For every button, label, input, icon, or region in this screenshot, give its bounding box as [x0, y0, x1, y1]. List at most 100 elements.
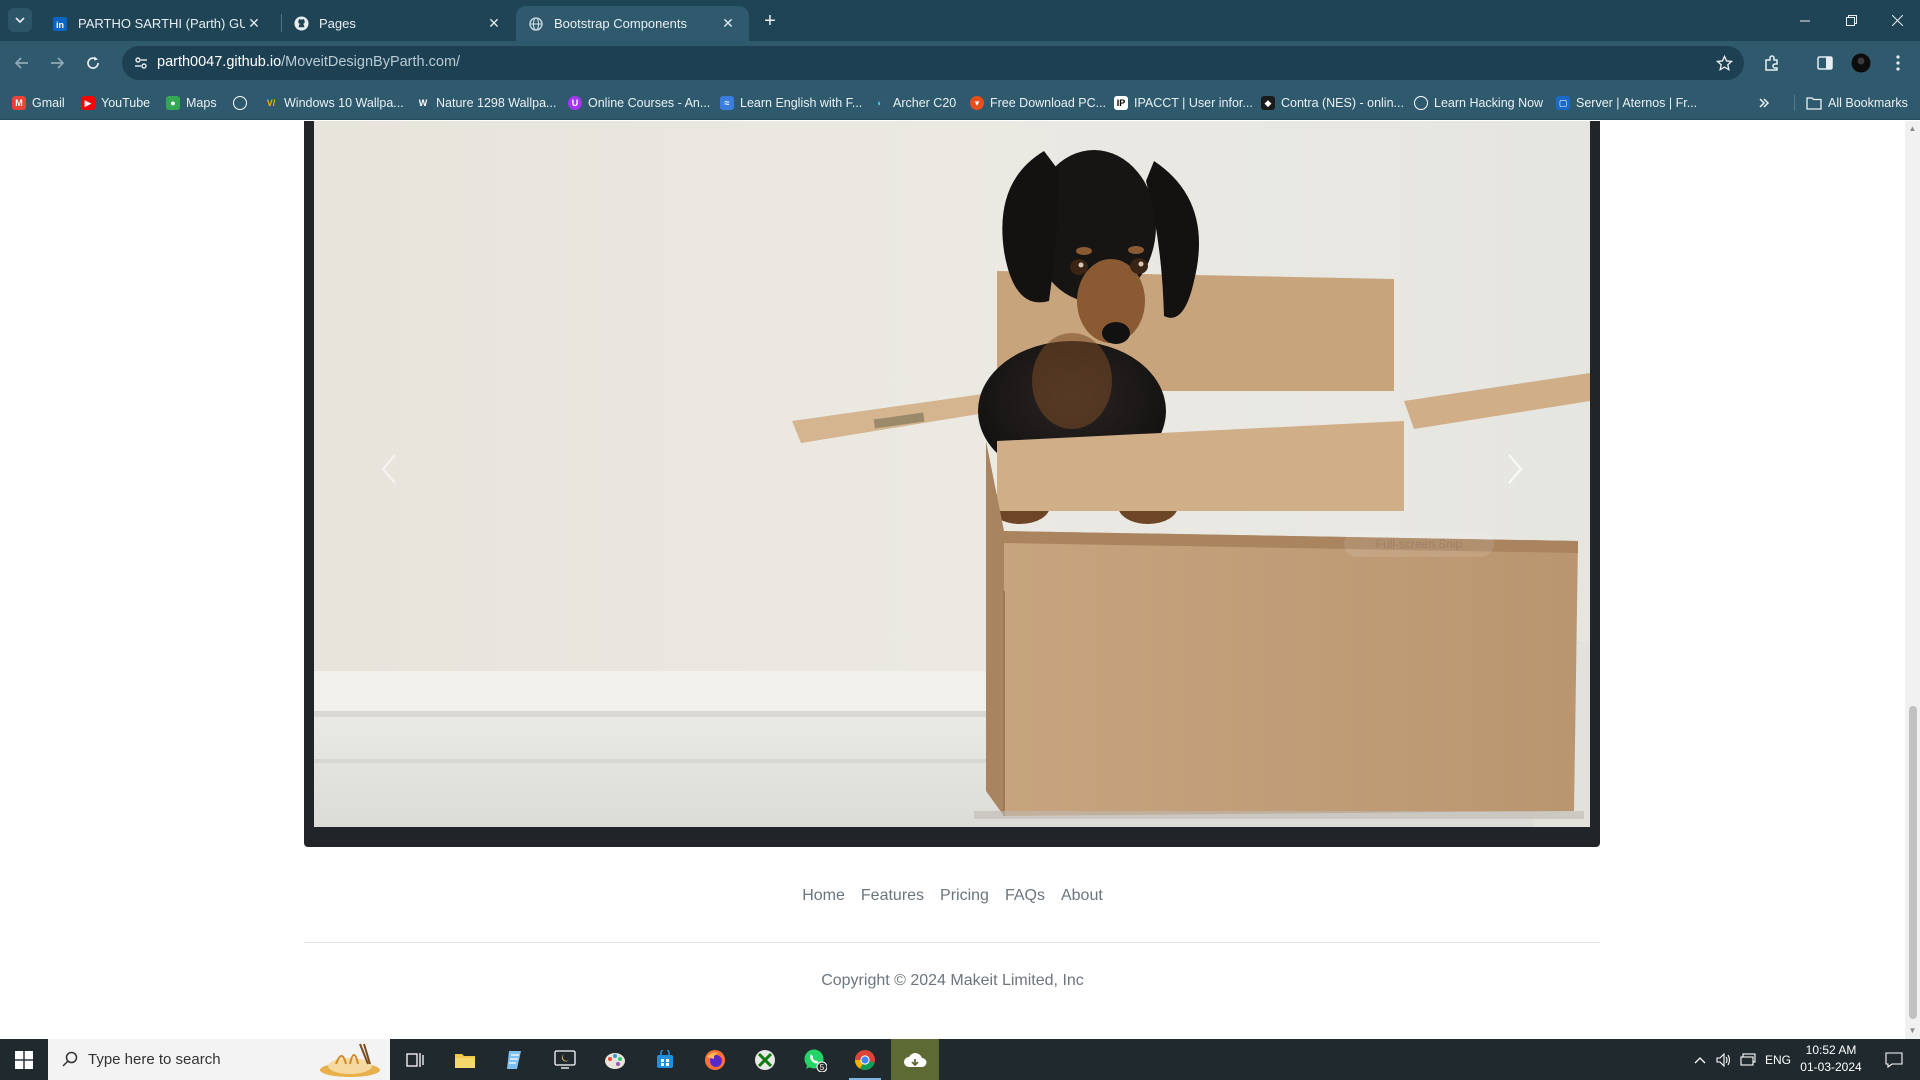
bookmark-label: Contra (NES) - onlin... — [1281, 96, 1404, 110]
site-settings-icon[interactable] — [132, 54, 150, 72]
address-bar[interactable]: parth0047.github.io/MoveitDesignByParth.… — [122, 46, 1744, 80]
close-icon — [1891, 15, 1903, 26]
close-icon[interactable]: ✕ — [719, 15, 737, 33]
download-icon: ▾ — [970, 96, 984, 110]
carousel-next-button[interactable] — [1440, 121, 1590, 827]
restore-icon — [1845, 15, 1857, 26]
bookmark-youtube[interactable]: ▶ YouTube — [81, 93, 150, 113]
profile-avatar[interactable] — [1847, 49, 1875, 77]
action-center-button[interactable] — [1874, 1039, 1914, 1080]
close-window-button[interactable] — [1874, 0, 1920, 41]
bookmark-windows-wallpapers[interactable]: V/Windows 10 Wallpa... — [264, 93, 404, 113]
bookmark-free-download[interactable]: ▾ Free Download PC... — [970, 93, 1106, 113]
tplink-icon: ◐ — [877, 98, 883, 108]
more-bookmarks-button[interactable] — [1758, 93, 1770, 113]
ip-icon: IP — [1114, 96, 1128, 110]
scroll-down-icon[interactable]: ▼ — [1908, 1026, 1917, 1035]
tab-pages[interactable]: Pages ✕ — [281, 6, 515, 41]
udemy-icon: U — [568, 96, 582, 110]
bookmarks-bar: M Gmail ▶ YouTube ● Maps V/Windows 10 Wallp… — [0, 85, 1920, 120]
all-bookmarks-button[interactable]: All Bookmarks — [1806, 93, 1908, 113]
whatsapp-button[interactable]: 5 — [791, 1039, 839, 1080]
back-button[interactable] — [8, 49, 36, 77]
page-scrollbar[interactable]: ▲ ▼ — [1905, 121, 1920, 1039]
taskbar-search-box[interactable]: Type here to search — [48, 1039, 390, 1080]
carousel-prev-button[interactable] — [314, 121, 464, 827]
bookmark-globe[interactable] — [233, 93, 253, 113]
reload-button[interactable] — [79, 49, 107, 77]
bookmark-label: Learn English with F... — [740, 96, 863, 110]
notepad-icon — [507, 1050, 521, 1069]
globe-icon — [1414, 96, 1428, 110]
task-view-button[interactable] — [391, 1039, 439, 1080]
youtube-icon: ▶ — [81, 96, 95, 110]
bookmark-star-icon[interactable] — [1714, 53, 1734, 73]
firefox-icon — [705, 1049, 725, 1070]
footer-link-about[interactable]: About — [1053, 887, 1111, 905]
footer-divider — [304, 942, 1600, 943]
bookmark-online-courses[interactable]: U Online Courses - An... — [568, 93, 710, 113]
aternos-icon: ▢ — [1556, 96, 1570, 110]
xbox-button[interactable] — [741, 1039, 789, 1080]
bookmark-nature-wallpapers[interactable]: W Nature 1298 Wallpa... — [416, 93, 557, 113]
bookmark-label: Server | Aternos | Fr... — [1576, 96, 1698, 110]
bookmark-aternos[interactable]: ▢ Server | Aternos | Fr... — [1556, 93, 1697, 113]
double-chevron-right-icon — [1759, 98, 1770, 108]
show-hidden-icons-button[interactable] — [1688, 1039, 1712, 1080]
browser-tab-strip: in PARTHO SARTHI (Parth) GUIN | ✕ Pages … — [0, 0, 1920, 41]
carousel-slide: Full-screen Snip — [314, 121, 1590, 827]
bookmark-label: Nature 1298 Wallpa... — [436, 96, 557, 110]
bookmark-learn-hacking[interactable]: Learn Hacking Now — [1414, 93, 1543, 113]
minimize-button[interactable] — [1782, 0, 1828, 41]
volume-button[interactable] — [1712, 1039, 1736, 1080]
bookmark-learn-english[interactable]: ≈ Learn English with F... — [720, 93, 862, 113]
footer-link-features[interactable]: Features — [853, 887, 932, 905]
footer-link-home[interactable]: Home — [794, 887, 853, 905]
notification-icon — [1885, 1051, 1903, 1068]
system-clock[interactable]: 10:52 AM 01-03-2024 — [1796, 1042, 1866, 1076]
file-explorer-button[interactable] — [441, 1039, 489, 1080]
terminal-button[interactable] — [541, 1039, 589, 1080]
url-host: parth0047.github.io — [157, 54, 282, 70]
maps-icon: ● — [166, 96, 180, 110]
github-icon — [293, 16, 309, 32]
paint-button[interactable] — [591, 1039, 639, 1080]
bookmark-contra[interactable]: ◆ Contra (NES) - onlin... — [1261, 93, 1404, 113]
arrow-left-icon — [14, 57, 28, 69]
tab-search-button[interactable] — [8, 8, 32, 32]
dachshund-box-photo — [314, 121, 1590, 827]
file-explorer-icon — [455, 1053, 475, 1068]
side-panel-button[interactable] — [1811, 49, 1839, 77]
bookmark-maps[interactable]: ● Maps — [166, 93, 217, 113]
game-icon: ◆ — [1261, 96, 1275, 110]
bookmark-ipacct[interactable]: IP IPACCT | User infor... — [1114, 93, 1253, 113]
language-indicator[interactable]: ENG — [1762, 1039, 1794, 1080]
close-icon[interactable]: ✕ — [245, 15, 263, 33]
cloud-sync-button[interactable] — [891, 1039, 939, 1080]
bookmark-archer-c20[interactable]: ◐ Archer C20 — [873, 93, 956, 113]
notepad-button[interactable] — [491, 1039, 539, 1080]
start-button[interactable] — [0, 1039, 48, 1080]
restore-button[interactable] — [1828, 0, 1874, 41]
forward-button[interactable] — [43, 49, 71, 77]
scroll-up-icon[interactable]: ▲ — [1908, 124, 1917, 133]
tab-bootstrap-components[interactable]: Bootstrap Components ✕ — [516, 6, 749, 41]
chrome-menu-button[interactable] — [1884, 49, 1912, 77]
footer-link-faqs[interactable]: FAQs — [997, 887, 1053, 905]
extensions-button[interactable] — [1758, 49, 1786, 77]
close-icon[interactable]: ✕ — [485, 15, 503, 33]
volume-icon — [1716, 1052, 1731, 1067]
new-tab-button[interactable]: + — [758, 9, 782, 33]
network-button[interactable] — [1736, 1039, 1760, 1080]
paint-icon — [605, 1052, 625, 1069]
xbox-icon — [755, 1049, 775, 1070]
firefox-button[interactable] — [691, 1039, 739, 1080]
store-button[interactable] — [641, 1039, 689, 1080]
bookmark-gmail[interactable]: M Gmail — [12, 93, 65, 113]
chrome-button[interactable] — [841, 1039, 889, 1080]
linkedin-icon: in — [52, 16, 68, 32]
tab-linkedin[interactable]: in PARTHO SARTHI (Parth) GUIN | ✕ — [40, 6, 275, 41]
footer-nav: Home Features Pricing FAQs About — [0, 887, 1905, 905]
scrollbar-thumb[interactable] — [1909, 706, 1917, 1019]
footer-link-pricing[interactable]: Pricing — [932, 887, 997, 905]
